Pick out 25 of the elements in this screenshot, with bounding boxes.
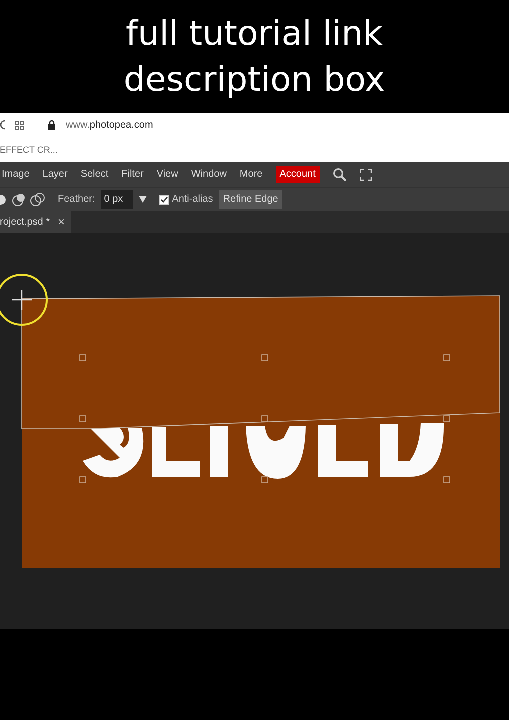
anti-alias-checkbox[interactable] — [159, 194, 170, 204]
caption-text: full tutorial link — [126, 12, 383, 54]
menu-item[interactable]: Layer — [42, 169, 68, 180]
fullscreen-icon[interactable] — [360, 168, 372, 180]
menu-item[interactable]: Image — [2, 169, 30, 180]
menu-item[interactable]: Select — [80, 169, 109, 180]
search-icon[interactable] — [332, 168, 347, 182]
menu-item[interactable]: Window — [191, 169, 227, 180]
dropdown-icon[interactable] — [139, 196, 148, 203]
caption-text: description box — [124, 58, 386, 100]
browser-tab-title[interactable]: EFFECT CR... — [0, 144, 58, 154]
apps-icon[interactable] — [15, 120, 24, 130]
selection-mode-icon[interactable] — [0, 192, 46, 206]
menu-item[interactable]: View — [156, 169, 178, 180]
menu-item[interactable]: Filter — [122, 169, 144, 180]
account-button[interactable]: Account — [276, 166, 320, 183]
document-tab[interactable]: roject.psd * × — [0, 211, 72, 233]
feather-label: Feather: — [58, 194, 96, 205]
cursor-icon — [0, 274, 48, 326]
menu-item[interactable]: More — [240, 169, 263, 180]
anti-alias-label: Anti-alias — [172, 194, 214, 205]
lock-icon — [48, 120, 56, 130]
feather-input[interactable]: 0 px — [101, 190, 134, 209]
refine-edge-button[interactable]: Refine Edge — [219, 190, 282, 209]
address-text[interactable]: www.photopea.com — [66, 120, 154, 130]
